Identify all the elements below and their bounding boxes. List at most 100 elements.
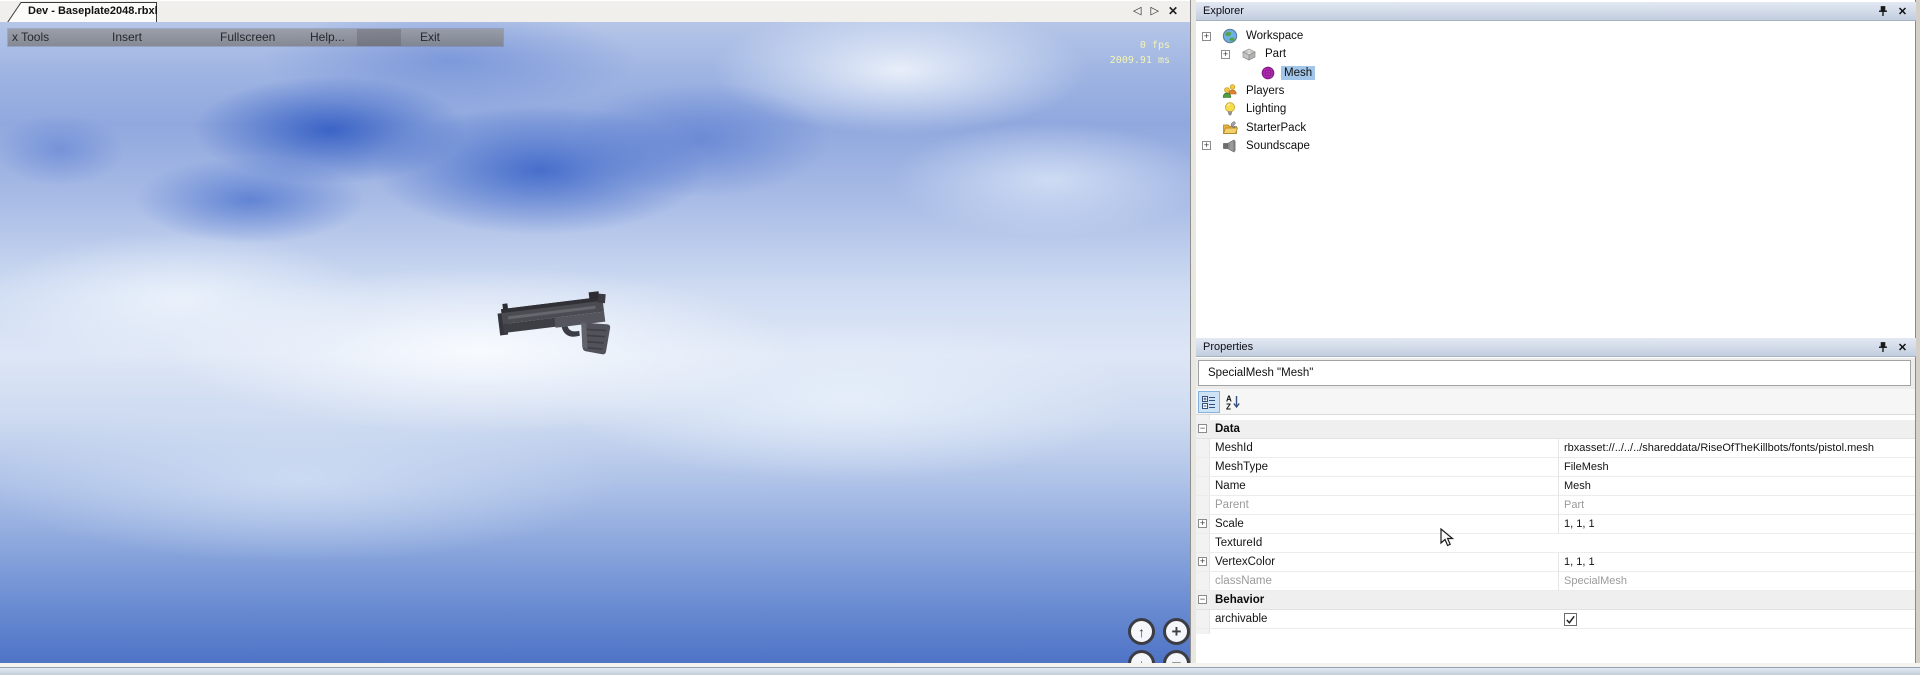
explorer-tree: + Workspace + Part Mesh Players Lighting Starte…	[1196, 21, 1915, 336]
roblox-studio-screen: Dev - Baseplate2048.rbxl ◁ ▷ ✕ x Tools In…	[0, 0, 1920, 675]
property-name: MeshType	[1215, 458, 1555, 477]
expander-slot: +	[1202, 32, 1222, 41]
property-grid: −DataMeshIdrbxasset://../../../shareddat…	[1196, 415, 1915, 663]
frame-time: 2009.91 ms	[1110, 53, 1170, 68]
part-icon	[1241, 46, 1257, 62]
section-label: Behavior	[1215, 591, 1264, 610]
tree-row-soundscape[interactable]: + Soundscape	[1196, 137, 1915, 155]
properties-title: Properties	[1203, 341, 1253, 353]
property-row-meshtype[interactable]: MeshTypeFileMesh	[1196, 458, 1915, 477]
pin-icon[interactable]	[1876, 5, 1889, 17]
property-row-classname[interactable]: classNameSpecialMesh	[1196, 572, 1915, 591]
tree-item-label: Workspace	[1243, 29, 1306, 43]
property-row-archivable[interactable]: archivable	[1196, 610, 1915, 629]
property-name: VertexColor	[1215, 553, 1555, 572]
players-icon	[1222, 83, 1238, 99]
property-name: TextureId	[1215, 534, 1555, 553]
explorer-title: Explorer	[1203, 5, 1244, 17]
mouse-cursor	[1440, 528, 1458, 548]
starterpack-icon	[1222, 120, 1238, 136]
tab-close-icon[interactable]: ✕	[1168, 5, 1178, 18]
game-window: Dev - Baseplate2048.rbxl ◁ ▷ ✕ x Tools In…	[0, 0, 1190, 663]
pistol-mesh	[495, 284, 627, 364]
tree-row-players[interactable]: Players	[1196, 82, 1915, 100]
property-row-name[interactable]: NameMesh	[1196, 477, 1915, 496]
tree-expander[interactable]: +	[1221, 50, 1230, 59]
tree-item-label: Lighting	[1243, 102, 1289, 116]
property-value[interactable]: Mesh	[1558, 477, 1915, 496]
tab-nav-controls: ◁ ▷ ✕	[1133, 5, 1178, 18]
document-tab[interactable]: Dev - Baseplate2048.rbxl	[6, 2, 158, 23]
tree-item-label: Players	[1243, 84, 1287, 98]
tree-row-part[interactable]: + Part	[1196, 45, 1915, 63]
lightbulb-icon	[1222, 101, 1238, 117]
property-value[interactable]: 1, 1, 1	[1558, 553, 1915, 572]
expander-slot: +	[1202, 141, 1222, 150]
globe-icon	[1222, 28, 1238, 44]
menu-item-exit[interactable]: Exit	[420, 30, 440, 44]
section-expander[interactable]: −	[1198, 424, 1207, 433]
zoom-in-button[interactable]: +	[1163, 618, 1190, 645]
property-name: archivable	[1215, 610, 1555, 629]
menu-item-insert[interactable]: Insert	[112, 30, 142, 44]
properties-titlebar: Properties ✕	[1196, 338, 1916, 357]
game-menu-bar: x Tools Insert Fullscreen Help... Exit	[8, 29, 503, 46]
archivable-checkbox[interactable]	[1564, 613, 1577, 626]
section-expander[interactable]: −	[1198, 595, 1207, 604]
property-name: className	[1215, 572, 1555, 591]
mesh-icon	[1260, 65, 1276, 81]
property-value[interactable]: Part	[1558, 496, 1915, 515]
menu-item-fullscreen[interactable]: Fullscreen	[220, 30, 275, 44]
properties-close-icon[interactable]: ✕	[1896, 341, 1909, 353]
property-row-vertexcolor[interactable]: + VertexColor1, 1, 1	[1196, 553, 1915, 572]
section-row-behavior[interactable]: −Behavior	[1196, 591, 1915, 610]
properties-toolbar: A Z	[1196, 389, 1915, 415]
explorer-close-icon[interactable]: ✕	[1896, 5, 1909, 17]
3d-viewport[interactable]: x Tools Insert Fullscreen Help... Exit 0 fps…	[0, 22, 1190, 663]
tree-row-starterpack[interactable]: StarterPack	[1196, 119, 1915, 137]
menu-item-xtools[interactable]: x Tools	[12, 30, 49, 44]
tree-expander[interactable]: +	[1202, 141, 1211, 150]
selection-header-area: SpecialMesh "Mesh"	[1196, 358, 1915, 389]
tree-expander[interactable]: +	[1202, 32, 1211, 41]
tree-item-label: StarterPack	[1243, 121, 1309, 135]
property-row-textureid[interactable]: TextureId	[1196, 534, 1915, 553]
dock-panels: Explorer ✕ +Workspace+PartMeshPlayersLig…	[1196, 0, 1916, 663]
property-row-parent[interactable]: ParentPart	[1196, 496, 1915, 515]
property-value[interactable]: rbxasset://../../../shareddata/RiseOfThe…	[1558, 439, 1915, 458]
property-name: Name	[1215, 477, 1555, 496]
svg-text:Z: Z	[1226, 403, 1231, 411]
property-value[interactable]: 1, 1, 1	[1558, 515, 1915, 534]
tree-item-label: Part	[1262, 47, 1289, 61]
section-row-data[interactable]: −Data	[1196, 420, 1915, 439]
property-value[interactable]: FileMesh	[1558, 458, 1915, 477]
document-tab-bar: Dev - Baseplate2048.rbxl ◁ ▷ ✕	[0, 0, 1190, 22]
menu-bar-highlight	[357, 29, 401, 46]
speaker-icon	[1222, 138, 1238, 154]
property-row-meshid[interactable]: MeshIdrbxasset://../../../shareddata/Ris…	[1196, 439, 1915, 458]
expander-slot: +	[1221, 50, 1241, 59]
property-row-scale[interactable]: + Scale1, 1, 1	[1196, 515, 1915, 534]
tree-row-mesh[interactable]: Mesh	[1196, 64, 1915, 82]
fps-counter: 0 fps	[1110, 38, 1170, 53]
tree-item-label: Mesh	[1281, 66, 1315, 80]
tab-next-icon[interactable]: ▷	[1150, 5, 1158, 18]
tree-row-workspace[interactable]: + Workspace	[1196, 27, 1915, 45]
property-name: Scale	[1215, 515, 1555, 534]
tab-prev-icon[interactable]: ◁	[1133, 5, 1141, 18]
az-sort-icon[interactable]: A Z	[1222, 391, 1244, 413]
pan-up-button[interactable]: ↑	[1128, 618, 1155, 645]
taskbar-edge	[0, 667, 1920, 675]
property-value[interactable]: SpecialMesh	[1558, 572, 1915, 591]
pin-icon[interactable]	[1876, 341, 1889, 353]
property-name: Parent	[1215, 496, 1555, 515]
tree-row-lighting[interactable]: Lighting	[1196, 100, 1915, 118]
explorer-titlebar: Explorer ✕	[1196, 2, 1916, 21]
selected-object-label: SpecialMesh "Mesh"	[1198, 360, 1911, 386]
property-expander[interactable]: +	[1198, 557, 1207, 566]
menu-item-help[interactable]: Help...	[310, 30, 345, 44]
categorized-icon[interactable]	[1198, 391, 1220, 413]
tree-item-label: Soundscape	[1243, 139, 1313, 153]
property-name: MeshId	[1215, 439, 1555, 458]
property-expander[interactable]: +	[1198, 519, 1207, 528]
